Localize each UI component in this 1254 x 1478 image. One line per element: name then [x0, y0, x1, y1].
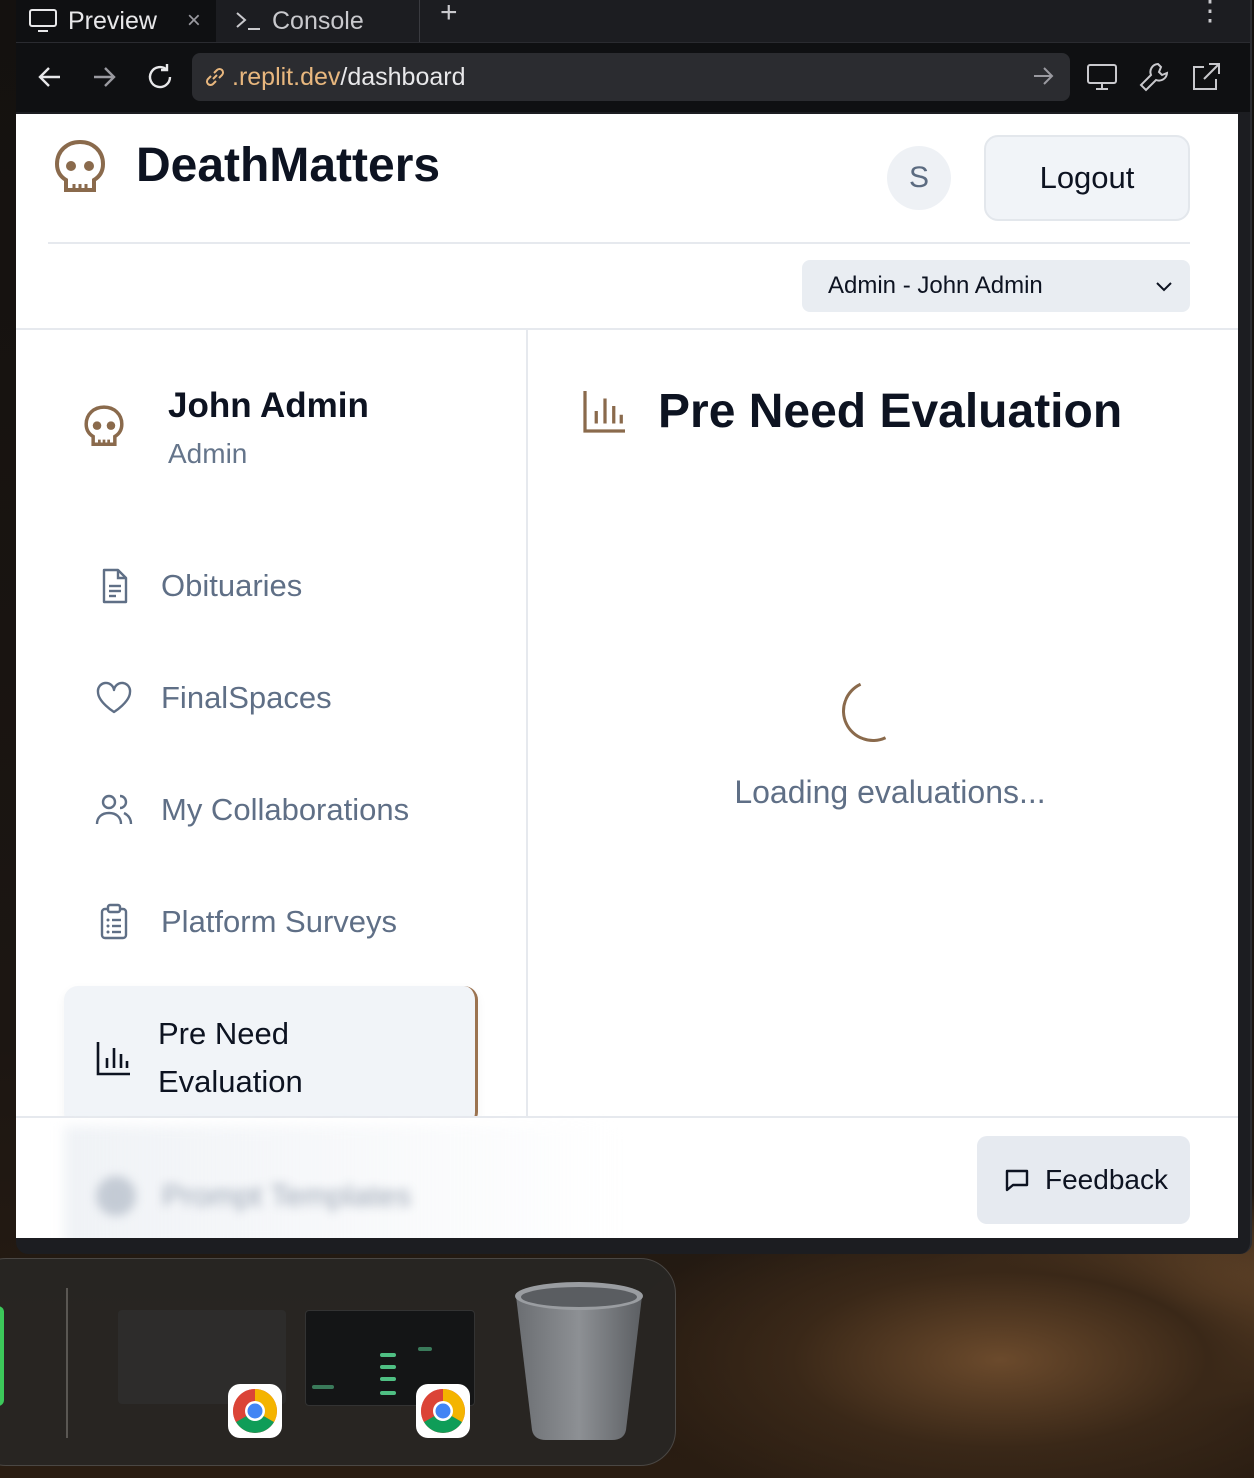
sidebar-item-label: Prompt Templates: [162, 1178, 412, 1213]
message-square-icon: [1005, 1169, 1029, 1192]
link-icon: [205, 67, 225, 87]
tab-console-label: Console: [272, 6, 364, 35]
url-host: .replit.dev: [232, 62, 341, 91]
clipboard-icon: [100, 903, 128, 940]
sidebar-item-prompt-templates[interactable]: Prompt Templates: [96, 1176, 411, 1216]
avatar[interactable]: S: [887, 146, 951, 210]
dock-app-edge[interactable]: [0, 1306, 4, 1406]
new-tab-icon[interactable]: +: [440, 0, 458, 30]
bar-chart-icon: [96, 1042, 130, 1076]
chrome-icon[interactable]: [416, 1384, 470, 1438]
skull-icon: [54, 139, 106, 192]
page-title: Pre Need Evaluation: [658, 385, 1123, 438]
role-select[interactable]: Admin - John Admin: [802, 260, 1190, 312]
monitor-icon: [29, 9, 57, 32]
sidebar-item-my-collaborations[interactable]: My Collaborations: [64, 754, 478, 866]
sidebar-item-label: Platform Surveys: [161, 904, 398, 939]
url-path: /dashboard: [340, 62, 466, 91]
chevron-down-icon: [1156, 282, 1172, 292]
tab-preview[interactable]: Preview ×: [16, 0, 216, 42]
users-icon: [95, 794, 133, 825]
skull-icon: [84, 405, 124, 446]
loading-spinner: [833, 671, 913, 751]
tab-bar: Preview × Console + ⋮: [16, 0, 1250, 42]
reload-icon[interactable]: [140, 57, 180, 97]
document-icon: [102, 568, 128, 604]
user-role: Admin: [168, 438, 248, 469]
app-page: DeathMatters S Logout Admin - John Admin…: [16, 114, 1238, 1238]
close-icon[interactable]: ×: [187, 7, 201, 35]
browser-toolbar: .replit.dev/dashboard: [16, 42, 1250, 112]
user-name: John Admin: [168, 386, 369, 425]
dock-separator: [66, 1288, 68, 1438]
wrench-icon[interactable]: [1136, 59, 1172, 95]
sidebar-item-label: My Collaborations: [161, 792, 410, 827]
sidebar-item-label: FinalSpaces: [161, 680, 332, 715]
app-header: DeathMatters S Logout Admin - John Admin: [16, 114, 1238, 330]
chrome-icon[interactable]: [228, 1384, 282, 1438]
sidebar-item-pre-need-evaluation[interactable]: Pre Need Evaluation: [64, 986, 478, 1126]
header-divider: [48, 242, 1190, 244]
feedback-button[interactable]: Feedback: [977, 1136, 1190, 1224]
role-select-value: Admin - John Admin: [828, 272, 1043, 299]
devices-icon[interactable]: [1084, 59, 1120, 95]
url-bar[interactable]: .replit.dev/dashboard: [192, 53, 1070, 101]
tab-console[interactable]: Console: [216, 0, 420, 42]
back-icon[interactable]: [30, 57, 70, 97]
sidebar-item-label: Pre Need Evaluation: [158, 1016, 303, 1099]
arrow-right-icon[interactable]: [1030, 63, 1056, 89]
footer-bar: Prompt Templates Feedback: [16, 1116, 1238, 1238]
browser-window: Preview × Console + ⋮ .replit.dev/dashbo…: [16, 0, 1252, 1254]
loading-text: Loading evaluations...: [734, 774, 1046, 810]
heart-icon: [96, 681, 132, 714]
logout-button[interactable]: Logout: [984, 135, 1190, 221]
trash-icon[interactable]: [512, 1278, 646, 1442]
bar-chart-icon: [583, 391, 625, 433]
more-vertical-icon[interactable]: ⋮: [1196, 0, 1224, 27]
sidebar-item-label: Obituaries: [161, 568, 303, 603]
sidebar-item-obituaries[interactable]: Obituaries: [64, 530, 478, 642]
app-title: DeathMatters: [136, 139, 441, 192]
forward-icon[interactable]: [84, 57, 124, 97]
sidebar-item-platform-surveys[interactable]: Platform Surveys: [64, 866, 478, 978]
feedback-label: Feedback: [1045, 1164, 1168, 1195]
tab-preview-label: Preview: [68, 6, 157, 35]
sidebar: John Admin Admin Obituaries FinalSpaces …: [16, 330, 528, 1126]
main-content: Pre Need Evaluation Loading evaluations.…: [530, 330, 1238, 1116]
template-icon: [96, 1176, 136, 1216]
external-link-icon[interactable]: [1188, 59, 1224, 95]
sidebar-item-finalspaces[interactable]: FinalSpaces: [64, 642, 478, 754]
terminal-icon: [236, 12, 260, 30]
